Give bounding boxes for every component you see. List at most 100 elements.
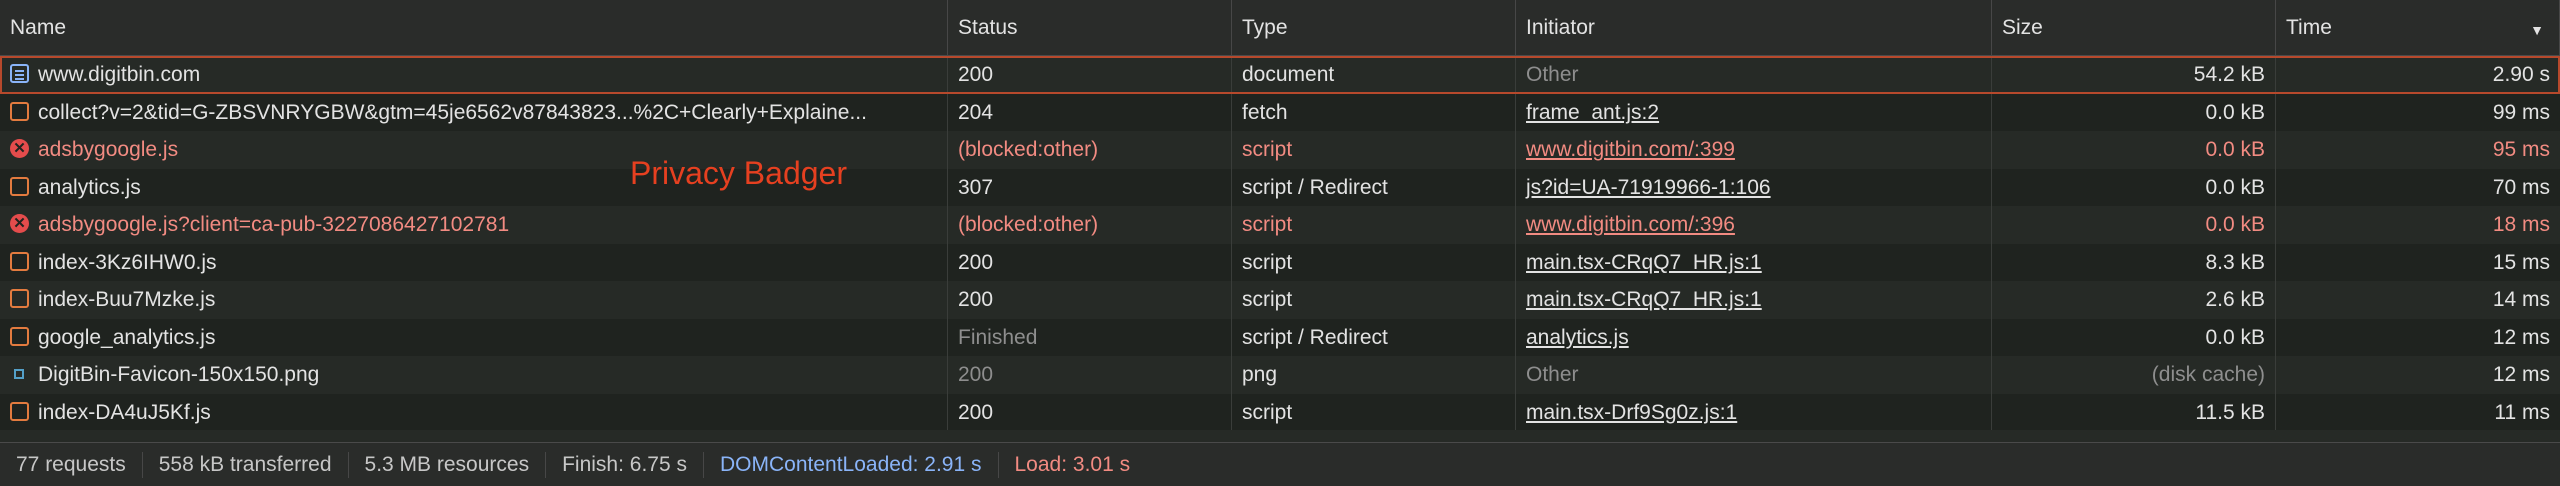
table-row[interactable]: ✕ adsbygoogle.js?client=ca-pub-3227086427… [0,206,2560,244]
cell-type: script / Redirect [1232,318,1516,356]
cell-time: 18 ms [2276,206,2560,244]
cell-status: (blocked:other) [948,206,1232,244]
cell-initiator: Other [1516,356,1992,394]
table-row[interactable]: www.digitbin.com 200 document Other 54.2 kB 2… [0,56,2560,94]
cell-status-text: 200 [958,288,994,311]
error-icon: ✕ [10,139,29,159]
footer-requests: 77 requests [0,451,143,478]
cell-initiator: www.digitbin.com/:396 [1516,206,1992,244]
cell-status-text: 307 [958,175,994,199]
script-icon [10,101,29,121]
cell-initiator: main.tsx-CRqQ7_HR.js:1 [1516,243,1992,281]
column-header-type[interactable]: Type [1232,0,1516,55]
cell-type: script [1232,131,1516,169]
cell-size-text: 54.2 kB [2193,63,2265,86]
cell-time: 12 ms [2276,356,2560,394]
image-icon [14,368,24,379]
cell-size-text: 2.6 kB [2205,288,2265,311]
cell-size: 0.0 kB [1992,93,2276,131]
cell-name-text: analytics.js [38,175,141,199]
partial-row [0,430,2560,442]
table-row[interactable]: collect?v=2&tid=G-ZBSVNRYGBW&gtm=45je656… [0,93,2560,132]
table-row[interactable]: DigitBin-Favicon-150x150.png 200 png Other (… [0,356,2560,394]
cell-time: 11 ms [2276,394,2560,432]
cell-name: index-3Kz6IHW0.js [0,243,948,281]
cell-name-text: collect?v=2&tid=G-ZBSVNRYGBW&gtm=45je656… [38,100,867,124]
cell-initiator-text[interactable]: js?id=UA-71919966-1:106 [1526,176,1771,199]
footer-domcontentloaded: DOMContentLoaded: 2.91 s [704,451,999,478]
cell-type-text: png [1242,363,1278,386]
cell-initiator: frame_ant.js:2 [1516,93,1992,131]
cell-initiator: main.tsx-CRqQ7_HR.js:1 [1516,281,1992,319]
table-row[interactable]: index-Buu7Mzke.js 200 script main.tsx-CRqQ7… [0,281,2560,319]
cell-time: 99 ms [2276,94,2560,132]
script-icon [10,176,29,196]
column-header-time[interactable]: Time [2276,0,2560,55]
column-header-name[interactable]: Name [0,0,948,55]
script-icon [10,289,29,309]
column-header-status[interactable]: Status [948,0,1232,55]
cell-status-text: 200 [958,400,994,424]
cell-time-text: 11 ms [2494,400,2550,424]
cell-time: 70 ms [2276,169,2560,207]
error-icon: ✕ [10,214,29,234]
cell-size-text: (disk cache) [2151,363,2265,386]
cell-status-text: 200 [958,250,994,274]
privacy-badger-annotation: Privacy Badger [630,155,847,191]
cell-initiator-text: Other [1526,363,1579,386]
cell-initiator-text: Other [1526,63,1579,86]
column-header-initiator[interactable]: Initiator [1516,0,1992,55]
cell-status: 204 [948,93,1232,131]
request-rows: www.digitbin.com 200 document Other 54.2 kB 2… [0,56,2560,431]
cell-time-text: 70 ms [2492,175,2550,199]
cell-status: 200 [948,356,1232,394]
cell-time-text: 95 ms [2492,138,2550,161]
cell-type: script [1232,281,1516,319]
cell-size: 0.0 kB [1992,206,2276,244]
cell-size-text: 8.3 kB [2205,250,2265,274]
table-row[interactable]: analytics.js 307 script / Redirect js?id=UA… [0,168,2560,207]
cell-initiator-text[interactable]: www.digitbin.com/:396 [1526,213,1735,236]
cell-time-text: 12 ms [2492,363,2550,386]
cell-name: index-DA4uJ5Kf.js [0,393,948,431]
cell-size: 0.0 kB [1992,131,2276,169]
cell-status-text: (blocked:other) [958,138,1099,161]
cell-type-text: script [1242,138,1293,161]
cell-initiator-text[interactable]: main.tsx-CRqQ7_HR.js:1 [1526,251,1762,274]
cell-initiator-text[interactable]: www.digitbin.com/:399 [1526,138,1735,161]
cell-name: index-Buu7Mzke.js [0,281,948,319]
cell-status: 307 [948,168,1232,206]
table-row[interactable]: ✕ adsbygoogle.js (blocked:other) script www.… [0,131,2560,169]
cell-initiator-text[interactable]: analytics.js [1526,326,1629,349]
cell-type-text: script [1242,400,1293,424]
table-row[interactable]: index-3Kz6IHW0.js 200 script main.tsx-CRqQ7… [0,243,2560,281]
cell-status-text: 200 [958,363,994,386]
cell-initiator: www.digitbin.com/:399 [1516,131,1992,169]
cell-type: png [1232,356,1516,394]
script-icon [10,326,29,346]
table-row[interactable]: index-DA4uJ5Kf.js 200 script main.tsx-Drf9S… [0,393,2560,432]
column-header-size[interactable]: Size [1992,0,2276,55]
cell-initiator-text[interactable]: main.tsx-CRqQ7_HR.js:1 [1526,288,1762,311]
cell-status: 200 [948,243,1232,281]
document-icon [10,64,29,84]
cell-initiator-text[interactable]: main.tsx-Drf9Sg0z.js:1 [1526,401,1737,424]
cell-initiator: Other [1516,56,1992,94]
table-row[interactable]: google_analytics.js Finished script / Redi… [0,318,2560,356]
cell-type-text: script [1242,213,1293,236]
cell-size: 0.0 kB [1992,318,2276,356]
cell-size-text: 0.0 kB [2205,213,2265,236]
cell-status-text: 200 [958,63,994,86]
cell-size-text: 11.5 kB [2195,400,2265,424]
cell-name: ✕ adsbygoogle.js?client=ca-pub-3227086427… [0,206,948,244]
sort-desc-icon[interactable]: ▼ [2530,22,2544,38]
cell-name-text: index-DA4uJ5Kf.js [38,400,211,424]
cell-size-text: 0.0 kB [2205,175,2265,199]
cell-size-text: 0.0 kB [2205,100,2265,124]
cell-type-text: script [1242,288,1293,311]
cell-initiator-text[interactable]: frame_ant.js:2 [1526,101,1659,124]
cell-status-text: 204 [958,100,994,124]
cell-status-text: (blocked:other) [958,213,1099,236]
footer-resources: 5.3 MB resources [349,451,547,478]
table-header: Name Status Type Initiator Size Time ▼ [0,0,2560,56]
